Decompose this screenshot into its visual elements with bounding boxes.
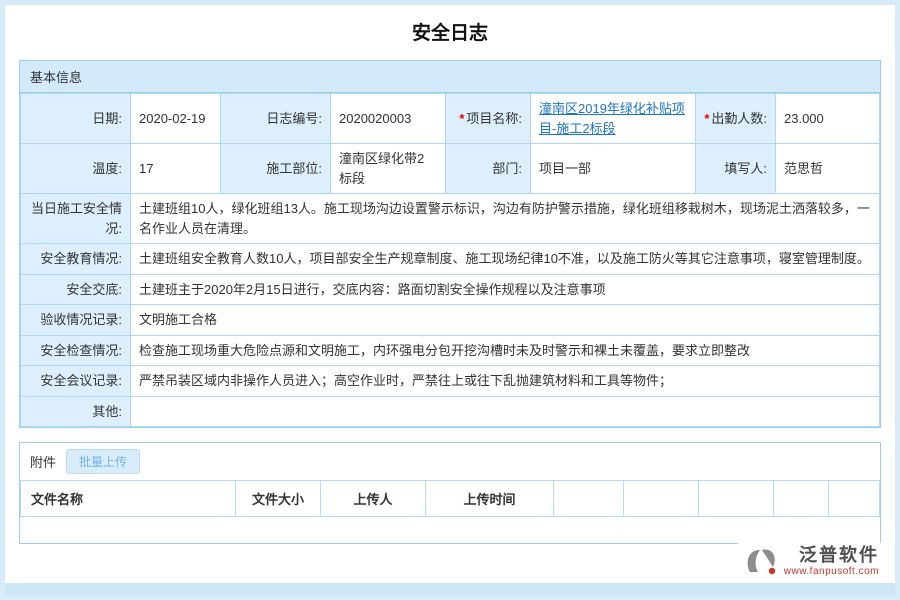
writer-value: 范思哲	[776, 144, 880, 194]
attendance-value: 23.000	[776, 94, 880, 144]
department-value: 项目一部	[531, 144, 696, 194]
table-row-daily-safety: 当日施工安全情况: 土建班组10人，绿化班组13人。施工现场沟边设置警示标识，沟…	[21, 194, 880, 244]
table-row-safety-inspection: 安全检查情况: 检查施工现场重大危险点源和文明施工，内环强电分包开挖沟槽时未及时…	[21, 335, 880, 366]
safety-education-label: 安全教育情况:	[21, 244, 131, 275]
safety-meeting-value: 严禁吊装区域内非操作人员进入；高空作业时，严禁往上或往下乱抛建筑材料和工具等物件…	[131, 366, 880, 397]
column-uploader: 上传人	[321, 481, 426, 517]
date-label-text: 日期:	[92, 111, 122, 126]
table-row-acceptance-record: 验收情况记录: 文明施工合格	[21, 305, 880, 336]
safety-education-value: 土建班组安全教育人数10人，项目部安全生产规章制度、施工现场纪律10不准，以及施…	[131, 244, 880, 275]
daily-safety-label: 当日施工安全情况:	[21, 194, 131, 244]
project-name-value: 潼南区2019年绿化补贴项目-施工2标段	[531, 94, 696, 144]
table-row: 温度: 17 施工部位: 潼南区绿化带2标段 部门: 项目一部 填写人: 范思哲	[21, 144, 880, 194]
fanpu-logo-icon	[742, 545, 778, 577]
acceptance-record-label: 验收情况记录:	[21, 305, 131, 336]
column-upload-time: 上传时间	[426, 481, 554, 517]
column-empty	[699, 481, 774, 517]
table-row-safety-disclosure: 安全交底: 土建班主于2020年2月15日进行，交底内容：路面切割安全操作规程以…	[21, 274, 880, 305]
writer-label-text: 填写人:	[724, 161, 767, 176]
required-marker: *	[704, 111, 709, 126]
attachments-header: 附件 批量上传	[20, 443, 880, 480]
column-empty	[829, 481, 880, 517]
column-empty	[624, 481, 699, 517]
attendance-label-text: 出勤人数:	[711, 111, 767, 126]
acceptance-record-value: 文明施工合格	[131, 305, 880, 336]
attachments-header-row: 文件名称 文件大小 上传人 上传时间	[21, 481, 880, 517]
daily-safety-value: 土建班组10人，绿化班组13人。施工现场沟边设置警示标识，沟边有防护警示措施，绿…	[131, 194, 880, 244]
temperature-value: 17	[131, 144, 221, 194]
department-label-text: 部门:	[492, 161, 522, 176]
temperature-label: 温度:	[21, 144, 131, 194]
attachments-label: 附件	[30, 452, 56, 471]
temperature-label-text: 温度:	[92, 161, 122, 176]
log-number-label-text: 日志编号:	[266, 111, 322, 126]
table-row: 日期: 2020-02-19 日志编号: 2020020003 *项目名称: 潼…	[21, 94, 880, 144]
column-empty	[554, 481, 624, 517]
attachments-panel: 附件 批量上传 文件名称 文件大小 上传人 上传时间	[19, 442, 881, 544]
writer-label: 填写人:	[696, 144, 776, 194]
location-label-text: 施工部位:	[266, 161, 322, 176]
column-file-name: 文件名称	[21, 481, 236, 517]
basic-info-panel: 基本信息 日期: 2020-02-19 日志编号: 2020020003 *项目…	[19, 60, 881, 428]
safety-inspection-label: 安全检查情况:	[21, 335, 131, 366]
brand-name: 泛普软件	[799, 545, 879, 566]
fanpu-logo: 泛普软件 www.fanpusoft.com	[738, 543, 883, 579]
location-value: 潼南区绿化带2标段	[331, 144, 446, 194]
safety-log-page: 安全日志 基本信息 日期: 2020-02-19 日志编号: 202002000…	[0, 0, 900, 600]
date-value: 2020-02-19	[131, 94, 221, 144]
basic-info-section-header: 基本信息	[20, 61, 880, 93]
log-number-value: 2020020003	[331, 94, 446, 144]
bottom-bar	[5, 583, 895, 595]
other-value	[131, 396, 880, 427]
fanpu-brand-text: 泛普软件 www.fanpusoft.com	[784, 545, 879, 577]
attachments-empty-area	[20, 517, 880, 543]
location-label: 施工部位:	[221, 144, 331, 194]
column-empty	[774, 481, 829, 517]
attachments-table: 文件名称 文件大小 上传人 上传时间	[20, 480, 880, 517]
safety-inspection-value: 检查施工现场重大危险点源和文明施工，内环强电分包开挖沟槽时未及时警示和裸土未覆盖…	[131, 335, 880, 366]
project-name-label-text: 项目名称:	[466, 111, 522, 126]
department-label: 部门:	[446, 144, 531, 194]
safety-disclosure-value: 土建班主于2020年2月15日进行，交底内容：路面切割安全操作规程以及注意事项	[131, 274, 880, 305]
required-marker: *	[459, 111, 464, 126]
batch-upload-button[interactable]: 批量上传	[66, 449, 140, 474]
log-number-label: 日志编号:	[221, 94, 331, 144]
attendance-label: *出勤人数:	[696, 94, 776, 144]
safety-disclosure-label: 安全交底:	[21, 274, 131, 305]
project-link[interactable]: 潼南区2019年绿化补贴项目-施工2标段	[539, 101, 685, 136]
safety-meeting-label: 安全会议记录:	[21, 366, 131, 397]
other-label: 其他:	[21, 396, 131, 427]
brand-url: www.fanpusoft.com	[784, 566, 879, 578]
basic-info-table: 日期: 2020-02-19 日志编号: 2020020003 *项目名称: 潼…	[20, 93, 880, 427]
project-name-label: *项目名称:	[446, 94, 531, 144]
table-row-safety-meeting: 安全会议记录: 严禁吊装区域内非操作人员进入；高空作业时，严禁往上或往下乱抛建筑…	[21, 366, 880, 397]
table-row-safety-education: 安全教育情况: 土建班组安全教育人数10人，项目部安全生产规章制度、施工现场纪律…	[21, 244, 880, 275]
page-title: 安全日志	[5, 5, 895, 60]
table-row-other: 其他:	[21, 396, 880, 427]
date-label: 日期:	[21, 94, 131, 144]
column-file-size: 文件大小	[236, 481, 321, 517]
